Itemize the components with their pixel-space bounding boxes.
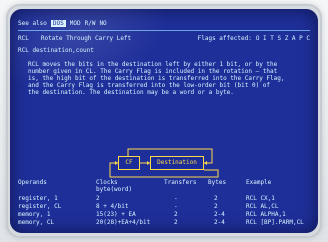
carry-flag-box: CF xyxy=(118,156,140,170)
col-operands: Operands xyxy=(18,179,47,186)
flags-label: Flags affected: xyxy=(197,35,252,42)
cell-clocks: 2 xyxy=(96,195,100,202)
cell-clocks: 15(23) + EA xyxy=(96,211,136,218)
description-line: is, the high bit of the destination is t… xyxy=(28,75,285,82)
col-bytes: Bytes xyxy=(208,179,227,186)
cell-example: RCL CX,1 xyxy=(246,195,275,202)
cell-bytes: 2 xyxy=(214,203,218,210)
cell-transfers: - xyxy=(174,203,178,210)
table-row: memory, 1 15(23) + EA 2 2-4 RCL ALPHA,1 xyxy=(18,211,310,219)
cell-transfers: - xyxy=(174,195,178,202)
menu-item-see-also[interactable]: See also xyxy=(18,20,47,27)
cell-operands: memory, CL xyxy=(18,219,55,226)
table-row: register, 1 2 - 2 RCL CX,1 xyxy=(18,195,310,203)
description-line: number given in CL. The Carry Flag is in… xyxy=(28,68,278,75)
topic-mnemonic: RCL xyxy=(18,35,29,42)
table-header: Operands Clocks byte(word) Transfers Byt… xyxy=(18,179,310,193)
help-screen: See also DOS MOD R/W NO RCL Rotate Throu… xyxy=(10,9,318,233)
menu-bar: See also DOS MOD R/W NO xyxy=(18,19,310,28)
col-clocks-label: Clocks xyxy=(96,179,118,186)
cell-bytes: 2 xyxy=(214,195,218,202)
col-example: Example xyxy=(246,179,272,186)
col-clocks-sub: byte(word) xyxy=(96,186,133,193)
cell-operands: register, 1 xyxy=(18,195,58,202)
flags-values: O I T S Z A P C xyxy=(255,35,310,42)
table-body: register, 1 2 - 2 RCL CX,1 register, CL … xyxy=(18,195,310,231)
cell-bytes: 2-4 xyxy=(214,219,225,226)
col-transfers: Transfers xyxy=(164,179,197,186)
cell-transfers: 2 xyxy=(174,211,178,218)
flags-affected: Flags affected: O I T S Z A P C xyxy=(198,35,310,43)
cell-clocks: 20(28)+EA+4/bit xyxy=(96,219,151,226)
table-row: memory, CL 20(28)+EA+4/bit 2 2-4 RCL [BP… xyxy=(18,219,310,227)
description: RCL moves the bits in the destination le… xyxy=(28,61,308,109)
menu-item-mod[interactable]: MOD xyxy=(70,20,81,27)
col-clocks: Clocks byte(word) xyxy=(96,179,166,193)
description-line: the destination. The destination may be … xyxy=(28,89,234,96)
cell-bytes: 2-4 xyxy=(214,211,225,218)
syntax-line: RCL destination,count xyxy=(18,47,94,54)
menu-item-dos[interactable]: DOS xyxy=(50,20,66,27)
cell-example: RCL ALPHA,1 xyxy=(246,211,286,218)
cell-operands: register, CL xyxy=(18,203,62,210)
destination-box: Destination xyxy=(150,156,204,170)
menu-item-no[interactable]: NO xyxy=(99,20,106,27)
cell-operands: memory, 1 xyxy=(18,211,51,218)
cell-example: RCL [BP].PARM,CL xyxy=(246,219,304,226)
table-row: register, CL 8 + 4/bit - 2 RCL AL,CL xyxy=(18,203,310,211)
menu-item-rw[interactable]: R/W xyxy=(85,20,96,27)
rotation-diagram: CF Destination xyxy=(94,146,230,180)
topic-left: RCL Rotate Through Carry Left xyxy=(18,35,131,43)
topic-header: RCL Rotate Through Carry Left Flags affe… xyxy=(18,35,310,43)
description-line: RCL moves the bits in the destination le… xyxy=(28,61,278,68)
cell-transfers: 2 xyxy=(174,219,178,226)
topic-title: Rotate Through Carry Left xyxy=(40,35,132,42)
description-line: and the Carry Flag is transferred into t… xyxy=(28,82,271,89)
menu-divider xyxy=(18,30,310,31)
timing-table: Operands Clocks byte(word) Transfers Byt… xyxy=(18,179,310,231)
cell-example: RCL AL,CL xyxy=(246,203,279,210)
cell-clocks: 8 + 4/bit xyxy=(96,203,129,210)
